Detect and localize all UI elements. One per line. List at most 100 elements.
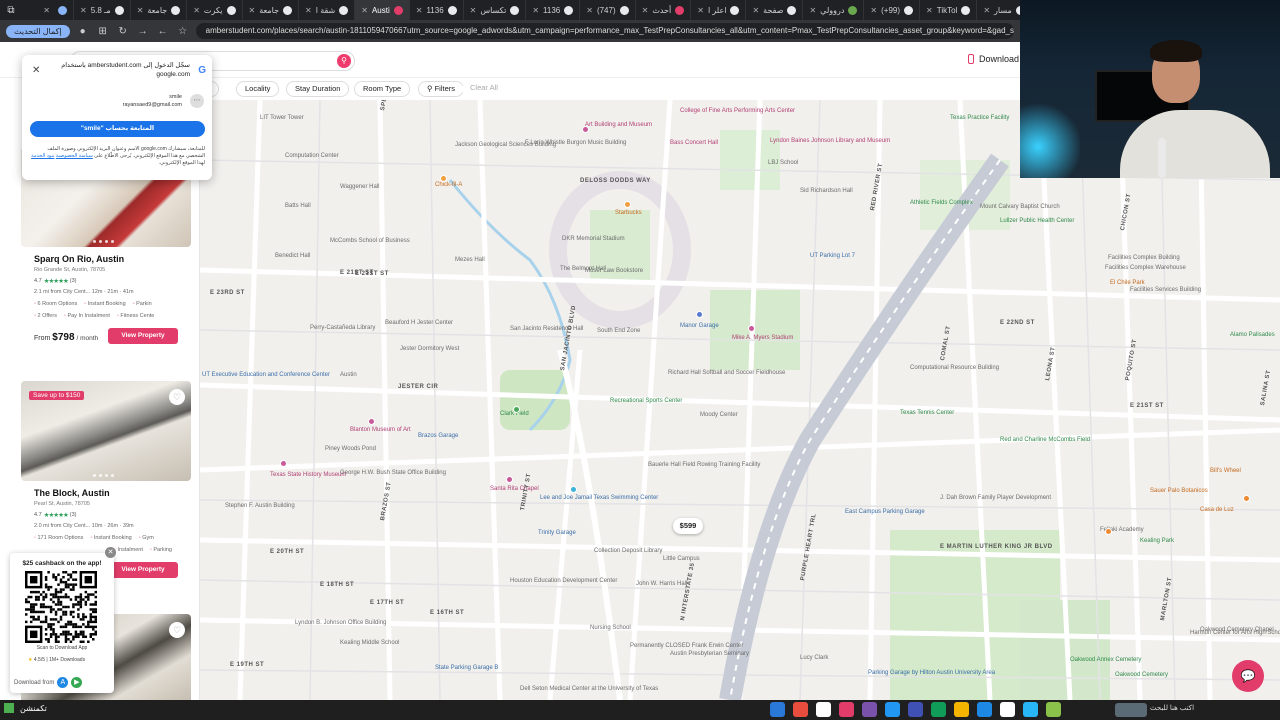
tab-close-icon[interactable]: ✕ — [697, 6, 704, 15]
browser-tab[interactable]: ✕ أحدث — [636, 0, 692, 20]
tab-close-icon[interactable]: ✕ — [642, 6, 649, 15]
taskbar-app-icon[interactable] — [1023, 702, 1038, 717]
play-store-icon[interactable]: ▶ — [71, 677, 83, 688]
tab-close-icon[interactable]: ✕ — [870, 6, 877, 15]
map-label[interactable]: Recreational Sports Center — [610, 398, 682, 405]
listing-photo[interactable]: Save up to $150 ♡ — [21, 381, 191, 481]
map-label[interactable]: South End Zone — [597, 328, 640, 335]
map-label[interactable]: College of Fine Arts Performing Arts Cen… — [680, 108, 795, 115]
map-label[interactable]: Houston Education Development Center — [510, 578, 617, 585]
map-label[interactable]: Facilities Complex Warehouse — [1105, 265, 1186, 272]
map-label[interactable]: Piney Woods Pond — [325, 446, 376, 453]
map-label[interactable]: Lyndon B. Johnson Office Building — [295, 620, 386, 627]
map-label[interactable]: Alamo Palisades — [1230, 332, 1275, 339]
swimming-center-pin[interactable] — [570, 486, 577, 493]
forward-icon[interactable]: → — [136, 26, 150, 37]
map-label[interactable]: JESTER CIR — [398, 384, 438, 391]
map-label[interactable]: Parking Garage by Hilton Austin Universi… — [868, 670, 995, 677]
map-label[interactable]: State Parking Garage B — [435, 665, 498, 672]
map-label[interactable]: Texas State History Museum — [270, 472, 346, 479]
map-label[interactable]: East Campus Parking Garage — [845, 509, 925, 516]
map-label[interactable]: E 18TH ST — [320, 582, 354, 589]
map-label[interactable]: Dell Seton Medical Center at the Univers… — [520, 686, 658, 693]
taskbar-app-icon[interactable] — [839, 702, 854, 717]
heart-icon[interactable]: ♡ — [169, 622, 185, 638]
chickfila-pin[interactable] — [440, 175, 447, 182]
taskbar-search[interactable]: اكتب هنا للبحث — [1150, 704, 1194, 712]
taskbar-app-icon[interactable] — [908, 702, 923, 717]
tab-close-icon[interactable]: ✕ — [983, 6, 990, 15]
tab-close-icon[interactable]: ✕ — [532, 6, 539, 15]
map-label[interactable]: El Chile Park — [1110, 280, 1145, 287]
bills-wheel-pin[interactable] — [1243, 495, 1250, 502]
map-label[interactable]: Mezes Hall — [455, 257, 485, 264]
map-label[interactable]: Permanently CLOSED Frank Erwin Center — [630, 643, 743, 650]
taskbar-app-icon[interactable] — [954, 702, 969, 717]
map-label[interactable]: DKR Memorial Stadium — [562, 236, 625, 243]
manor-garage-pin[interactable] — [696, 311, 703, 318]
map-label[interactable]: Austin — [340, 372, 357, 379]
search-icon[interactable]: ⚲ — [337, 54, 351, 68]
map-label[interactable]: John W. Harris Hall — [636, 581, 687, 588]
update-button[interactable]: إكمال التحديث — [6, 24, 70, 38]
terms-link[interactable]: بنود الخدمة — [31, 153, 54, 159]
map-label[interactable]: F Lorin Whistle Burgon Music Building — [525, 140, 626, 147]
tab-close-icon[interactable]: ✕ — [809, 6, 816, 15]
tab-close-icon[interactable]: ✕ — [43, 6, 50, 15]
map-label[interactable]: Santa Rita Chapel — [490, 486, 539, 493]
map-label[interactable]: Computation Center — [285, 153, 339, 160]
starbucks-pin[interactable] — [624, 201, 631, 208]
browser-tab[interactable]: ✕ 1136 — [526, 0, 581, 20]
map-label[interactable]: Beauford H Jester Center — [385, 320, 453, 327]
tab-close-icon[interactable]: ✕ — [416, 6, 423, 15]
tab-close-icon[interactable]: ✕ — [361, 6, 368, 15]
tab-close-icon[interactable]: ✕ — [752, 6, 759, 15]
map-label[interactable]: Collection Deposit Library — [594, 548, 662, 555]
map-label[interactable]: UT Parking Lot 7 — [810, 253, 855, 260]
tab-close-icon[interactable]: ✕ — [80, 6, 87, 15]
map-label[interactable]: UT Executive Education and Conference Ce… — [202, 372, 330, 379]
map-label[interactable]: Bill's Wheel — [1210, 468, 1241, 475]
map-label[interactable]: Athletic Fields Complex — [910, 200, 973, 207]
map-label[interactable]: Lyndon Baines Johnson Library and Museum — [770, 138, 890, 145]
map-label[interactable]: Harmon Center for Arts High School — [1190, 630, 1280, 637]
map-label[interactable]: Richard Hall Softball and Soccer Fieldho… — [668, 370, 785, 377]
price-pin-marker[interactable]: $599 — [673, 518, 703, 534]
taskbar-app-icon[interactable] — [1000, 702, 1015, 717]
map-label[interactable]: Kealing Park — [1140, 538, 1174, 545]
map-label[interactable]: Lee and Joe Jamail Texas Swimming Center — [540, 495, 658, 502]
heart-icon[interactable]: ♡ — [169, 389, 185, 405]
map-label[interactable]: Lucy Clark — [800, 655, 828, 662]
map-label[interactable]: Oakwood Annex Cemetery — [1070, 657, 1141, 664]
taskbar-app-icon[interactable] — [977, 702, 992, 717]
map-label[interactable]: Blanton Museum of Art — [350, 427, 411, 434]
map-label[interactable]: Austin Presbyterian Seminary — [670, 651, 749, 658]
map-label[interactable]: Red and Charline McCombs Field — [1000, 437, 1090, 444]
map-label[interactable]: Nursing School — [590, 625, 631, 632]
map-label[interactable]: E 21ST ST — [1130, 403, 1164, 410]
map-label[interactable]: Kealing Middle School — [340, 640, 399, 647]
listing-name[interactable]: The Block, Austin — [34, 488, 191, 498]
map-label[interactable]: Facilities Complex Building — [1108, 255, 1180, 262]
map-label[interactable]: Mount Calvary Baptist Church — [980, 204, 1060, 211]
privacy-policy-link[interactable]: سياسة الخصوصية — [56, 153, 93, 159]
map-label[interactable]: Computational Resource Building — [910, 365, 999, 372]
map-label[interactable]: Trinity Garage — [538, 530, 576, 537]
address-field[interactable]: amberstudent.com/places/search/austin-18… — [195, 23, 1014, 39]
map-label[interactable]: DELOSS DODDS WAY — [580, 178, 651, 185]
browser-tab[interactable]: ✕ اعلر ا — [691, 0, 747, 20]
tab-close-icon[interactable]: ✕ — [926, 6, 933, 15]
map-label[interactable]: Stephen F. Austin Building — [225, 503, 295, 510]
map-label[interactable]: E 17TH ST — [370, 600, 404, 607]
map-label[interactable]: George H.W. Bush State Office Building — [340, 470, 446, 477]
browser-tab[interactable]: ✕ 1136 — [410, 0, 464, 20]
filter-chip-locality[interactable]: Locality — [236, 81, 280, 97]
santa-rita-pin[interactable] — [506, 476, 513, 483]
back-icon[interactable]: ← — [156, 26, 170, 37]
account-row[interactable]: smile rayansaed9@gmail.com ⋯ — [123, 93, 204, 109]
map-label[interactable]: Manor Garage — [680, 323, 719, 330]
browser-tab[interactable]: ✕ تكساس — [464, 0, 527, 20]
history-museum-pin[interactable] — [280, 460, 287, 467]
map-label[interactable]: Moser Law Bookstore — [585, 268, 643, 275]
profile-icon[interactable]: ● — [76, 26, 90, 37]
